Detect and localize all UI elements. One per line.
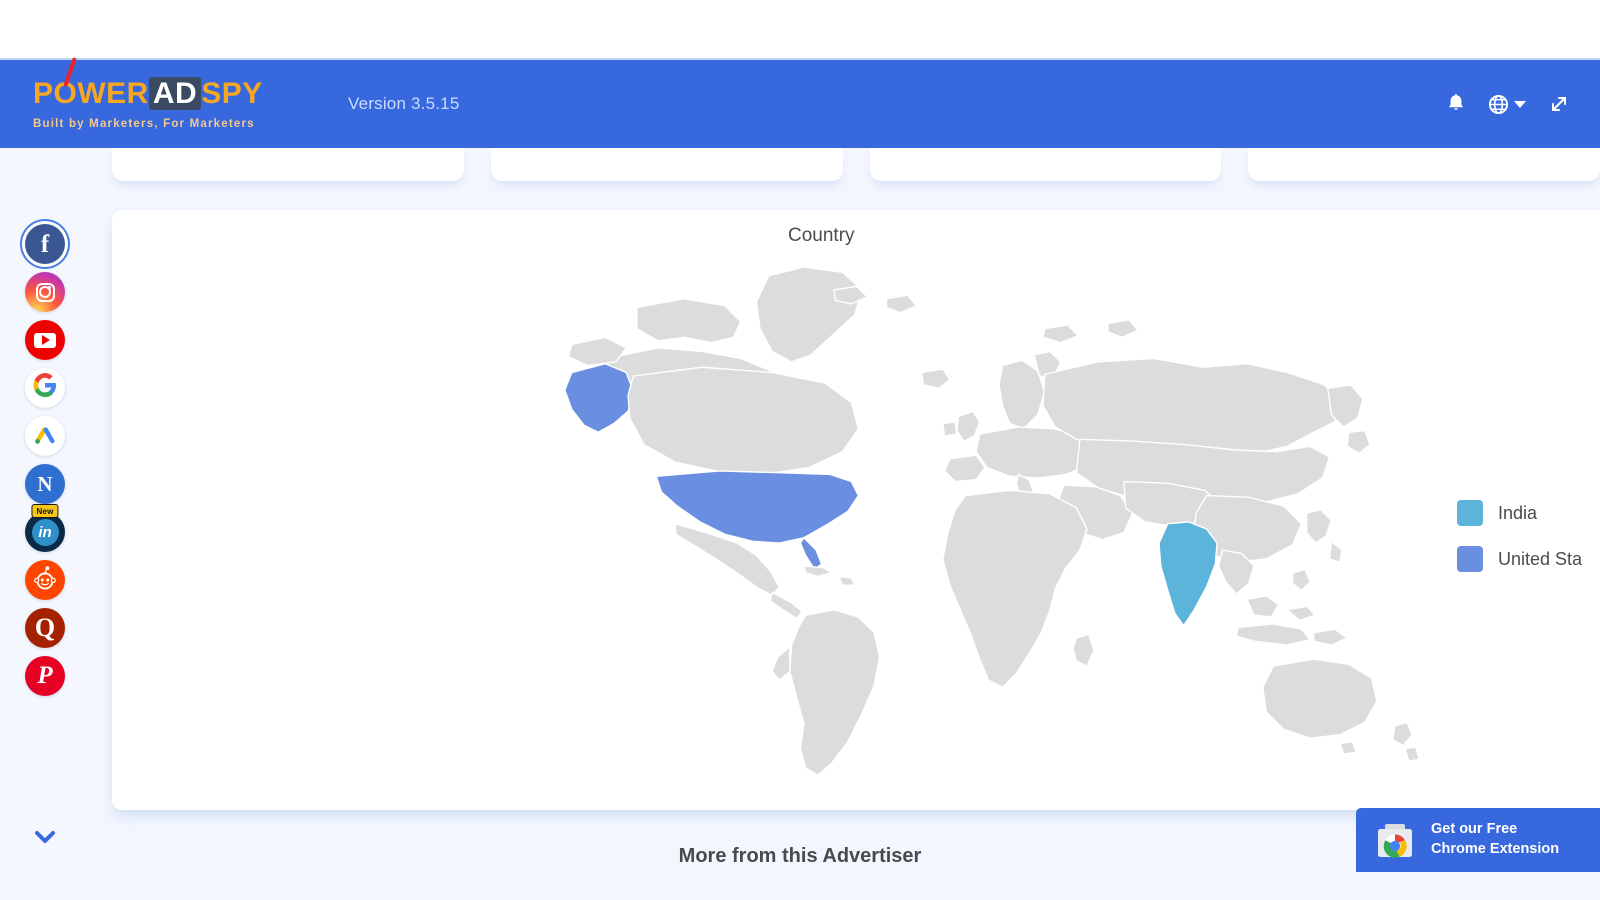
- logo-tagline: Built by Marketers, For Marketers: [33, 117, 255, 130]
- brand-logo[interactable]: POWER AD SPY Built by Marketers, For Marke…: [33, 57, 283, 130]
- legend-item-india[interactable]: India: [1457, 500, 1582, 526]
- stat-cards-row: [112, 148, 1600, 184]
- new-badge: New: [31, 504, 59, 518]
- sidebar-item-reddit[interactable]: [25, 560, 65, 600]
- sidebar-item-google-ads[interactable]: [25, 416, 65, 456]
- chrome-extension-text: Get our Free Chrome Extension: [1431, 820, 1559, 859]
- world-map-stage: India United Sta: [112, 260, 1600, 805]
- ext-line-1: Get our Free: [1431, 821, 1518, 838]
- youtube-icon: [34, 332, 56, 348]
- chrome-extension-banner[interactable]: Get our Free Chrome Extension: [1356, 808, 1600, 872]
- expand-icon[interactable]: [1548, 93, 1570, 115]
- logo-spy-text: SPY: [201, 76, 263, 110]
- version-label: Version 3.5.15: [348, 94, 460, 113]
- language-selector[interactable]: [1488, 94, 1526, 115]
- logo-wordmark: POWER AD SPY: [33, 57, 283, 110]
- sidebar-item-google[interactable]: [25, 368, 65, 408]
- chrome-web-store-icon: [1374, 820, 1416, 860]
- stat-card[interactable]: [112, 148, 464, 181]
- legend-swatch: [1457, 500, 1483, 526]
- stat-card[interactable]: [490, 148, 843, 181]
- bell-icon[interactable]: [1446, 93, 1466, 115]
- app-header: POWER AD SPY Built by Marketers, For Marke…: [0, 57, 1600, 148]
- google-icon: [33, 372, 57, 404]
- ext-line-2: Chrome Extension: [1431, 841, 1560, 857]
- sidebar-item-native[interactable]: N: [25, 464, 65, 504]
- country-map-card: Country India United Sta: [112, 210, 1600, 810]
- header-actions: [1446, 93, 1570, 115]
- map-legend: India United Sta: [1457, 500, 1582, 572]
- globe-icon: [1488, 94, 1509, 115]
- legend-label: India: [1498, 502, 1538, 523]
- logo-ad-text: AD: [148, 76, 202, 110]
- legend-item-united-states[interactable]: United Sta: [1457, 546, 1582, 572]
- browser-top-strip: [0, 0, 1600, 60]
- page-title: Country: [788, 225, 855, 246]
- legend-label: United Sta: [1498, 548, 1583, 569]
- linkedin-icon: in: [31, 518, 59, 546]
- facebook-icon: f: [40, 230, 50, 258]
- sidebar-item-linkedin[interactable]: New in: [25, 504, 65, 552]
- sidebar-item-quora[interactable]: Q: [25, 608, 65, 648]
- sidebar-item-instagram[interactable]: [25, 272, 65, 312]
- chevron-down-icon: [1514, 100, 1526, 108]
- google-ads-icon: [33, 422, 57, 451]
- stat-card[interactable]: [1248, 148, 1600, 181]
- app-root: POWER AD SPY Built by Marketers, For Marke…: [0, 0, 1600, 900]
- legend-swatch: [1457, 546, 1483, 572]
- instagram-icon: [35, 282, 55, 302]
- reddit-icon: [32, 565, 58, 595]
- quora-icon: Q: [34, 613, 56, 642]
- world-map-svg[interactable]: [552, 260, 1432, 805]
- pinterest-icon: P: [37, 662, 53, 689]
- sidebar-item-pinterest[interactable]: P: [25, 656, 65, 696]
- sidebar-item-youtube[interactable]: [25, 320, 65, 360]
- sidebar-item-facebook[interactable]: f: [25, 224, 65, 264]
- native-icon: N: [37, 471, 53, 496]
- logo-power-text: POWER: [33, 76, 149, 110]
- social-platform-rail: f N New in Q P: [0, 148, 90, 900]
- stat-card[interactable]: [869, 148, 1222, 181]
